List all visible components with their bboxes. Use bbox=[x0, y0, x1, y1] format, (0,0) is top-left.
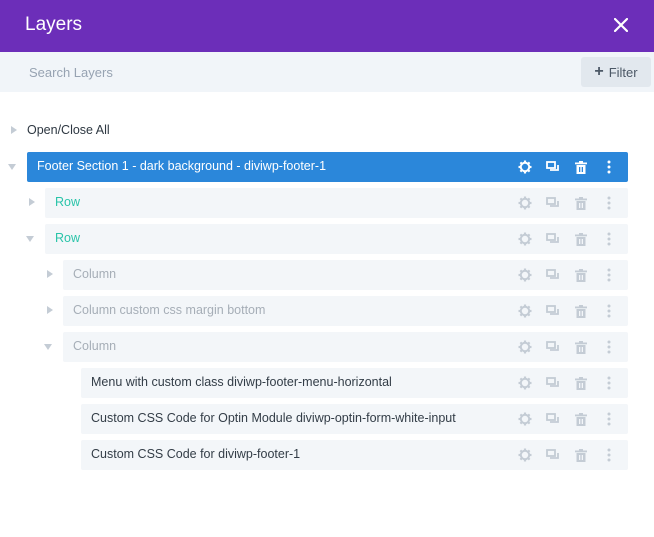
collapse-triangle-icon[interactable] bbox=[44, 344, 52, 350]
layer-row[interactable]: Row bbox=[45, 224, 628, 254]
layer-actions bbox=[516, 229, 618, 249]
layer-actions bbox=[516, 337, 618, 357]
row-label: Row bbox=[55, 231, 81, 245]
layer-actions bbox=[516, 409, 618, 429]
more-options-icon[interactable] bbox=[600, 373, 618, 393]
delete-trash-icon[interactable] bbox=[572, 301, 590, 321]
more-options-icon[interactable] bbox=[600, 337, 618, 357]
filter-label: Filter bbox=[608, 64, 638, 80]
more-options-icon[interactable] bbox=[600, 193, 618, 213]
collapse-triangle-icon[interactable] bbox=[26, 236, 34, 242]
column-label: Column bbox=[73, 339, 117, 353]
layer-module[interactable]: Menu with custom class diviwp-footer-men… bbox=[81, 368, 628, 398]
search-input[interactable] bbox=[16, 58, 556, 86]
duplicate-icon[interactable] bbox=[544, 445, 562, 465]
module-label: Custom CSS Code for diviwp-footer-1 bbox=[91, 447, 301, 461]
expand-triangle-icon[interactable] bbox=[29, 198, 35, 206]
settings-gear-icon[interactable] bbox=[516, 193, 534, 213]
layers-panel-header: Layers bbox=[0, 0, 654, 52]
module-label: Menu with custom class diviwp-footer-men… bbox=[91, 375, 392, 389]
row-label: Row bbox=[55, 195, 81, 209]
module-label: Custom CSS Code for Optin Module diviwp-… bbox=[91, 411, 456, 425]
filter-button[interactable]: + Filter bbox=[581, 57, 651, 87]
delete-trash-icon[interactable] bbox=[572, 265, 590, 285]
panel-title: Layers bbox=[25, 14, 83, 35]
settings-gear-icon[interactable] bbox=[516, 337, 534, 357]
layer-column[interactable]: Column bbox=[63, 332, 628, 362]
layer-actions bbox=[516, 265, 618, 285]
more-options-icon[interactable] bbox=[600, 445, 618, 465]
settings-gear-icon[interactable] bbox=[516, 301, 534, 321]
delete-trash-icon[interactable] bbox=[572, 337, 590, 357]
search-bar: + Filter bbox=[0, 52, 654, 92]
layer-section[interactable]: Footer Section 1 - dark background - div… bbox=[27, 152, 628, 182]
close-icon[interactable] bbox=[608, 10, 634, 40]
open-close-all-label: Open/Close All bbox=[27, 123, 110, 137]
delete-trash-icon[interactable] bbox=[572, 193, 590, 213]
settings-gear-icon[interactable] bbox=[516, 157, 534, 177]
delete-trash-icon[interactable] bbox=[572, 409, 590, 429]
layer-actions bbox=[516, 445, 618, 465]
settings-gear-icon[interactable] bbox=[516, 445, 534, 465]
duplicate-icon[interactable] bbox=[544, 301, 562, 321]
delete-trash-icon[interactable] bbox=[572, 229, 590, 249]
more-options-icon[interactable] bbox=[600, 409, 618, 429]
layer-row[interactable]: Row bbox=[45, 188, 628, 218]
more-options-icon[interactable] bbox=[600, 301, 618, 321]
expand-triangle-icon[interactable] bbox=[47, 270, 53, 278]
layer-actions bbox=[516, 301, 618, 321]
duplicate-icon[interactable] bbox=[544, 373, 562, 393]
settings-gear-icon[interactable] bbox=[516, 265, 534, 285]
expand-triangle-icon[interactable] bbox=[11, 126, 17, 134]
settings-gear-icon[interactable] bbox=[516, 229, 534, 249]
layer-column[interactable]: Column bbox=[63, 260, 628, 290]
duplicate-icon[interactable] bbox=[544, 229, 562, 249]
column-label: Column custom css margin bottom bbox=[73, 303, 266, 317]
collapse-triangle-icon[interactable] bbox=[8, 164, 16, 170]
layer-module[interactable]: Custom CSS Code for diviwp-footer-1 bbox=[81, 440, 628, 470]
duplicate-icon[interactable] bbox=[544, 193, 562, 213]
open-close-all-toggle[interactable]: Open/Close All bbox=[0, 116, 300, 144]
delete-trash-icon[interactable] bbox=[572, 373, 590, 393]
delete-trash-icon[interactable] bbox=[572, 445, 590, 465]
delete-trash-icon[interactable] bbox=[572, 157, 590, 177]
settings-gear-icon[interactable] bbox=[516, 409, 534, 429]
duplicate-icon[interactable] bbox=[544, 157, 562, 177]
layer-column[interactable]: Column custom css margin bottom bbox=[63, 296, 628, 326]
section-label: Footer Section 1 - dark background - div… bbox=[37, 159, 327, 173]
layer-module[interactable]: Custom CSS Code for Optin Module diviwp-… bbox=[81, 404, 628, 434]
layer-actions bbox=[516, 193, 618, 213]
more-options-icon[interactable] bbox=[600, 229, 618, 249]
layer-actions bbox=[516, 373, 618, 393]
column-label: Column bbox=[73, 267, 117, 281]
duplicate-icon[interactable] bbox=[544, 337, 562, 357]
plus-icon: + bbox=[594, 63, 604, 80]
more-options-icon[interactable] bbox=[600, 157, 618, 177]
settings-gear-icon[interactable] bbox=[516, 373, 534, 393]
expand-triangle-icon[interactable] bbox=[47, 306, 53, 314]
duplicate-icon[interactable] bbox=[544, 265, 562, 285]
more-options-icon[interactable] bbox=[600, 265, 618, 285]
duplicate-icon[interactable] bbox=[544, 409, 562, 429]
